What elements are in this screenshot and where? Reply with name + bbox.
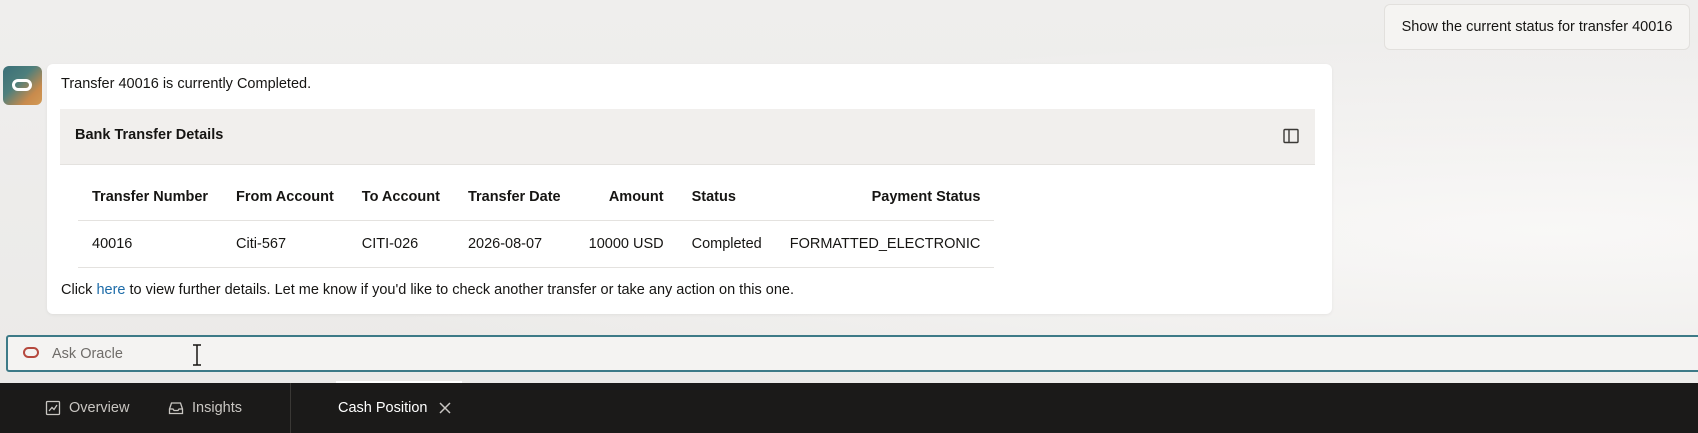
details-header: Bank Transfer Details [60,109,1315,165]
close-icon[interactable] [439,402,451,414]
header-amount: Amount [608,189,664,205]
tab-cash-position-label: Cash Position [338,400,428,416]
cell-to-account: CITI-026 [347,220,454,268]
header-transfer-date: Transfer Date [467,189,561,205]
table-row: 40016 Citi-567 CITI-026 2026-08-07 10000… [78,220,995,268]
tab-overview-label: Overview [69,400,130,416]
transfer-table: Transfer Number From Account To Account … [78,174,995,268]
ask-oracle-input[interactable] [52,337,652,370]
header-from-account: From Account [236,189,334,205]
tab-insights[interactable]: Insights [168,383,242,433]
tab-cash-position[interactable]: Cash Position [338,383,451,433]
ask-oracle-bar[interactable] [6,335,1698,372]
cell-status: Completed [677,220,776,268]
header-to-account: To Account [361,189,440,205]
nav-divider [290,383,291,433]
details-title: Bank Transfer Details [75,127,224,143]
tab-overview[interactable]: Overview [45,383,129,433]
inbox-icon [168,402,184,415]
chart-icon [45,400,61,416]
cell-amount: 10000 USD [574,220,678,268]
tab-insights-label: Insights [192,400,242,416]
assistant-footer-text: Click here to view further details. Let … [61,282,794,298]
assistant-message-text: Transfer 40016 is currently Completed. [61,76,312,92]
assistant-avatar [3,66,42,105]
user-message-bubble: Show the current status for transfer 400… [1384,4,1690,50]
header-status: Status [691,189,736,205]
details-link[interactable]: here [96,282,125,298]
footer-suffix: to view further details. Let me know if … [125,282,795,298]
cell-transfer-date: 2026-08-07 [453,220,575,268]
oracle-ring-icon [12,79,32,91]
text-cursor-icon [193,344,201,366]
footer-prefix: Click [61,282,97,298]
header-payment-status: Payment Status [871,189,981,205]
cell-payment-status: FORMATTED_ELECTRONIC [775,220,995,268]
assistant-response-card: Transfer 40016 is currently Completed. B… [47,64,1332,314]
header-transfer-number: Transfer Number [92,189,209,205]
cell-from-account: Citi-567 [222,220,348,268]
bottom-nav-bar [0,383,1698,433]
table-header-row: Transfer Number From Account To Account … [78,174,994,221]
user-message-text: Show the current status for transfer 400… [1401,19,1673,35]
oracle-ring-icon [23,347,39,358]
panel-toggle-icon[interactable] [1283,128,1299,144]
cell-transfer-number: 40016 [78,220,223,268]
